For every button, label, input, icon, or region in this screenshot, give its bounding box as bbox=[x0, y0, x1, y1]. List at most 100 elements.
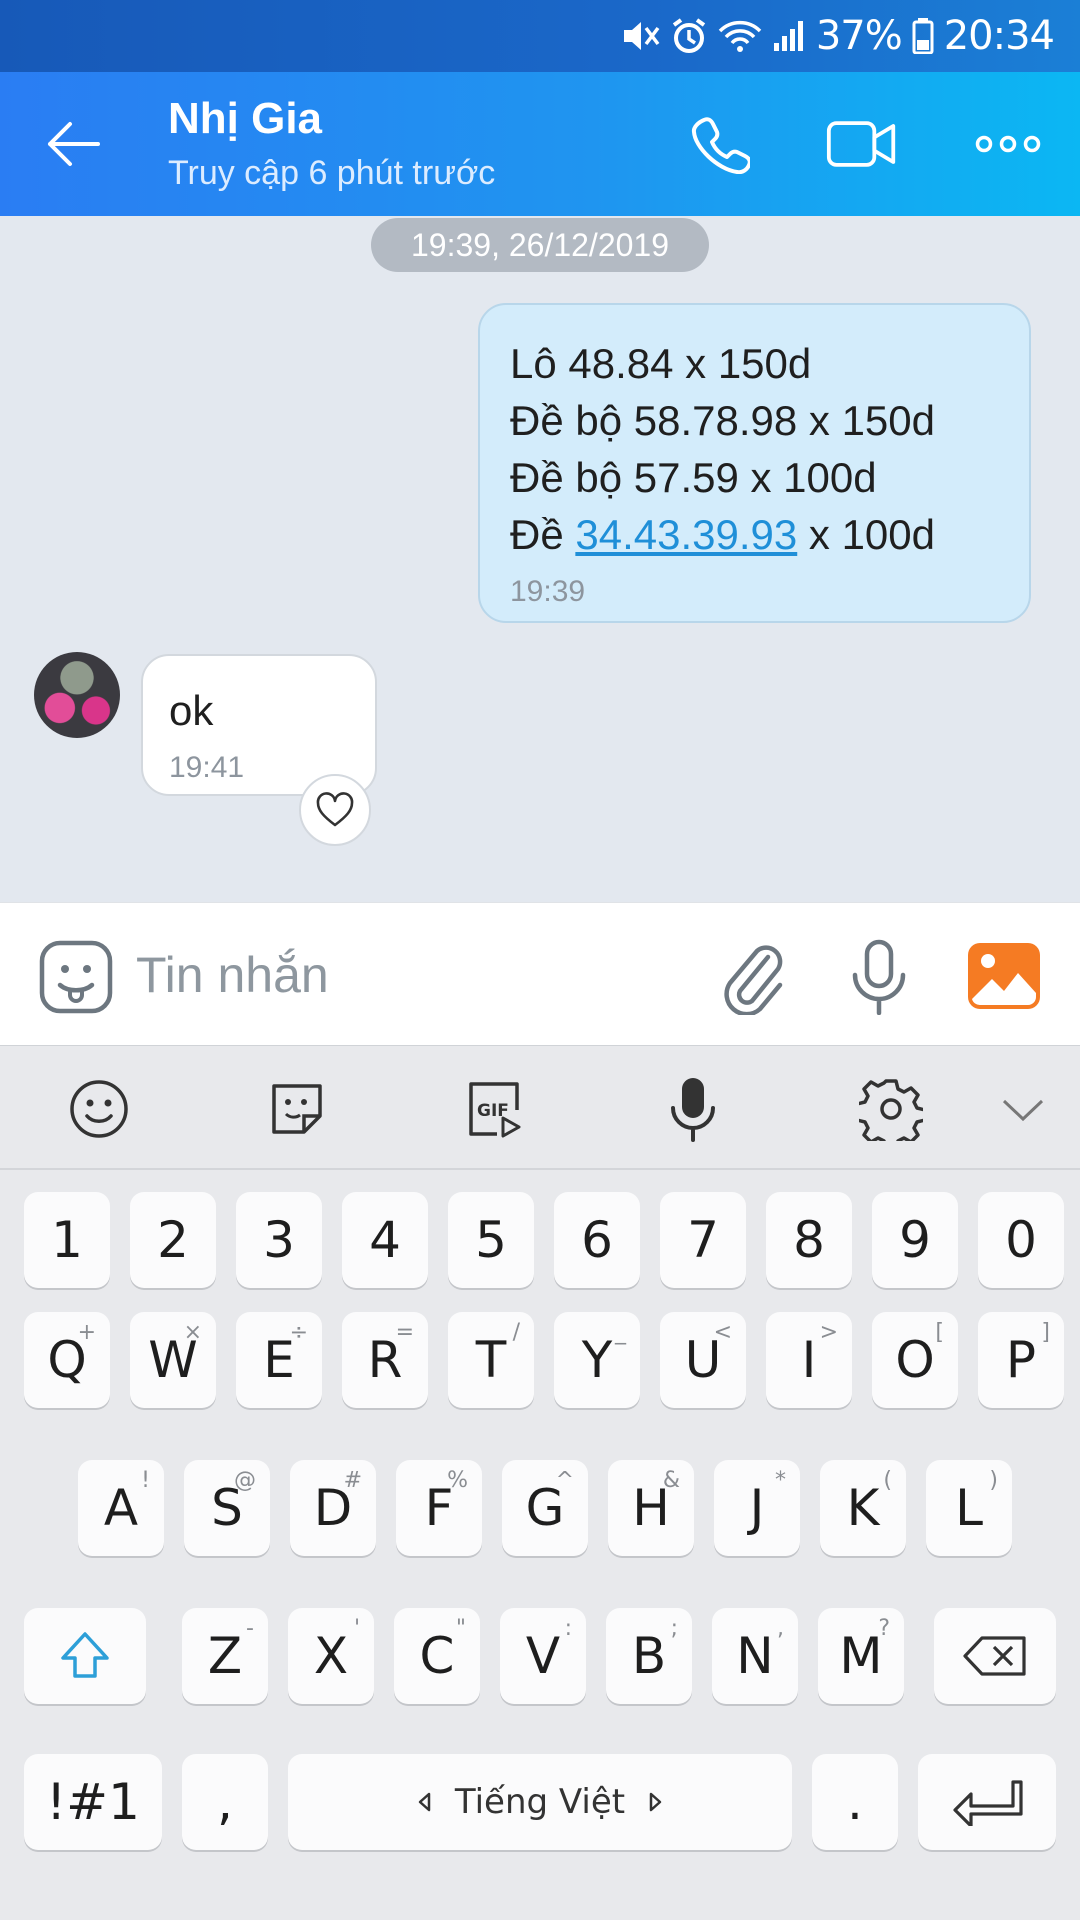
key-x[interactable]: X ' bbox=[288, 1608, 374, 1704]
key-label: 6 bbox=[581, 1211, 613, 1269]
on-screen-keyboard: GIF 1 2 3 4 5 6 7 8 9 0 Q + W × E ÷ R = T / Y _ U < I > O[P] A! S @ D #… bbox=[0, 1046, 1080, 1920]
key-secondary-label: ) bbox=[989, 1468, 998, 1493]
key-p[interactable]: P] bbox=[978, 1312, 1064, 1408]
key-b[interactable]: B; bbox=[606, 1608, 692, 1704]
key-comma[interactable]: , bbox=[182, 1754, 268, 1850]
keyboard-collapse-button[interactable] bbox=[990, 1076, 1056, 1142]
chat-header: Nhị Gia Truy cập 6 phút trước bbox=[0, 72, 1080, 216]
key-secondary-label: = bbox=[395, 1320, 414, 1345]
phone-number-link[interactable]: 34.43.39.93 bbox=[575, 511, 797, 558]
key-q[interactable]: Q + bbox=[24, 1312, 110, 1408]
message-text: x 100d bbox=[797, 511, 936, 558]
video-camera-icon bbox=[826, 121, 896, 167]
key-label: L bbox=[955, 1479, 983, 1537]
key-9[interactable]: 9 bbox=[872, 1192, 958, 1288]
contact-name[interactable]: Nhị Gia bbox=[168, 94, 322, 144]
smiley-tongue-icon bbox=[39, 940, 113, 1014]
key-2[interactable]: 2 bbox=[130, 1192, 216, 1288]
key-r[interactable]: R = bbox=[342, 1312, 428, 1408]
key-v[interactable]: V: bbox=[500, 1608, 586, 1704]
key-secondary-label: : bbox=[564, 1616, 572, 1641]
alarm-icon bbox=[670, 17, 708, 55]
key-label: C bbox=[419, 1627, 455, 1685]
key-1[interactable]: 1 bbox=[24, 1192, 110, 1288]
key-j[interactable]: J * bbox=[714, 1460, 800, 1556]
avatar[interactable] bbox=[34, 652, 120, 738]
key-t[interactable]: T / bbox=[448, 1312, 534, 1408]
key-e[interactable]: E ÷ bbox=[236, 1312, 322, 1408]
key-h[interactable]: H & bbox=[608, 1460, 694, 1556]
keyboard-gif-button[interactable]: GIF bbox=[461, 1076, 527, 1142]
key-label: !#1 bbox=[46, 1773, 140, 1831]
key-s[interactable]: S @ bbox=[184, 1460, 270, 1556]
voice-call-button[interactable] bbox=[684, 112, 756, 176]
gear-icon bbox=[859, 1079, 923, 1141]
key-l[interactable]: L) bbox=[926, 1460, 1012, 1556]
message-time: 19:39 bbox=[510, 575, 586, 608]
heart-icon bbox=[316, 792, 354, 827]
attach-file-button[interactable] bbox=[718, 939, 788, 1017]
key-secondary-label: * bbox=[775, 1468, 786, 1493]
more-options-button[interactable] bbox=[972, 112, 1044, 176]
message-list[interactable]: 19:39, 26/12/2019 Lô 48.84 x 150d Đề bộ … bbox=[0, 216, 1080, 902]
key-secondary-label: > bbox=[819, 1320, 838, 1345]
keyboard-sticker-button[interactable] bbox=[264, 1076, 330, 1142]
outgoing-message-bubble[interactable]: Lô 48.84 x 150d Đề bộ 58.78.98 x 150d Đề… bbox=[478, 303, 1031, 623]
key-z[interactable]: Z- bbox=[182, 1608, 268, 1704]
key-8[interactable]: 8 bbox=[766, 1192, 852, 1288]
message-text: ok bbox=[169, 687, 214, 734]
send-photo-button[interactable] bbox=[966, 941, 1042, 1011]
key-label: J bbox=[749, 1479, 765, 1537]
key-7[interactable]: 7 bbox=[660, 1192, 746, 1288]
key-d[interactable]: D # bbox=[290, 1460, 376, 1556]
video-call-button[interactable] bbox=[826, 112, 898, 176]
space-bar-label: Tiếng Việt bbox=[454, 1782, 626, 1822]
space-bar[interactable]: Tiếng Việt bbox=[288, 1754, 792, 1850]
back-button[interactable] bbox=[44, 114, 114, 174]
keyboard-emoji-button[interactable] bbox=[66, 1076, 132, 1142]
key-secondary-label: @ bbox=[234, 1468, 256, 1493]
key-4[interactable]: 4 bbox=[342, 1192, 428, 1288]
key-o[interactable]: O[ bbox=[872, 1312, 958, 1408]
key-label: N bbox=[736, 1627, 774, 1685]
key-g[interactable]: G ^ bbox=[502, 1460, 588, 1556]
keyboard-settings-button[interactable] bbox=[858, 1076, 924, 1142]
key-y[interactable]: Y _ bbox=[554, 1312, 640, 1408]
react-heart-button[interactable] bbox=[299, 774, 371, 846]
enter-key[interactable] bbox=[918, 1754, 1056, 1850]
key-3[interactable]: 3 bbox=[236, 1192, 322, 1288]
key-label: I bbox=[801, 1331, 817, 1389]
sticker-emoji-button[interactable] bbox=[38, 939, 114, 1015]
key-0[interactable]: 0 bbox=[978, 1192, 1064, 1288]
key-label: 5 bbox=[475, 1211, 507, 1269]
chevron-left-icon bbox=[418, 1792, 431, 1812]
clock: 20:34 bbox=[943, 13, 1055, 59]
key-c[interactable]: C " bbox=[394, 1608, 480, 1704]
message-input[interactable] bbox=[136, 933, 676, 1017]
message-text: Đề bbox=[510, 511, 576, 558]
key-m[interactable]: M? bbox=[818, 1608, 904, 1704]
key-period[interactable]: . bbox=[812, 1754, 898, 1850]
key-secondary-label: % bbox=[447, 1468, 468, 1493]
key-secondary-label: ^ bbox=[555, 1468, 574, 1493]
key-secondary-label: _ bbox=[615, 1320, 626, 1345]
shift-arrow-icon bbox=[61, 1632, 109, 1678]
key-i[interactable]: I > bbox=[766, 1312, 852, 1408]
keyboard-voice-input-button[interactable] bbox=[660, 1076, 726, 1142]
key-6[interactable]: 6 bbox=[554, 1192, 640, 1288]
key-5[interactable]: 5 bbox=[448, 1192, 534, 1288]
shift-key[interactable] bbox=[24, 1608, 146, 1704]
key-n[interactable]: N, bbox=[712, 1608, 798, 1704]
backspace-key[interactable] bbox=[934, 1608, 1056, 1704]
key-k[interactable]: K( bbox=[820, 1460, 906, 1556]
key-a[interactable]: A! bbox=[78, 1460, 164, 1556]
key-w[interactable]: W × bbox=[130, 1312, 216, 1408]
message-line: Đề bộ 57.59 x 100d bbox=[510, 454, 877, 501]
key-secondary-label: ! bbox=[141, 1468, 150, 1493]
key-u[interactable]: U < bbox=[660, 1312, 746, 1408]
symbols-key[interactable]: !#1 bbox=[24, 1754, 162, 1850]
key-f[interactable]: F% bbox=[396, 1460, 482, 1556]
key-label: A bbox=[103, 1479, 139, 1537]
chevron-down-icon bbox=[1002, 1099, 1044, 1122]
voice-message-button[interactable] bbox=[846, 939, 912, 1016]
